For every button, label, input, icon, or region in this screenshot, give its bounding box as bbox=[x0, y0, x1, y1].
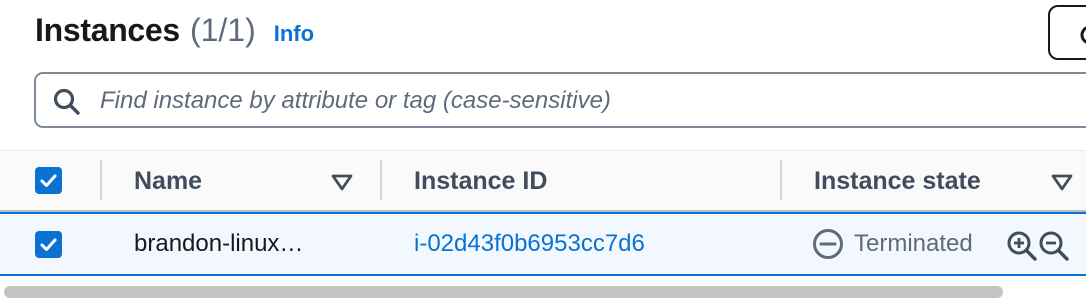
horizontal-scrollbar[interactable] bbox=[0, 282, 1086, 300]
table-header: Name Instance ID Instance state bbox=[0, 150, 1086, 212]
search-box[interactable] bbox=[34, 72, 1086, 128]
search-input[interactable] bbox=[100, 82, 1080, 120]
select-all-checkbox[interactable] bbox=[35, 167, 62, 194]
checkmark-icon bbox=[40, 174, 57, 187]
instance-id-link[interactable]: i-02d43f0b6953cc7d6 bbox=[414, 230, 645, 258]
page-title: Instances bbox=[35, 12, 180, 48]
instance-state-label: Terminated bbox=[854, 230, 973, 257]
title-row: Instances (1/1) Info bbox=[35, 12, 314, 54]
minus-circle-icon bbox=[813, 229, 843, 259]
column-header-instance-id[interactable]: Instance ID bbox=[414, 167, 547, 196]
column-divider bbox=[100, 160, 102, 200]
info-link[interactable]: Info bbox=[274, 21, 314, 47]
row-select-checkbox[interactable] bbox=[35, 231, 62, 258]
refresh-icon bbox=[1080, 26, 1086, 44]
instance-count: (1/1) bbox=[189, 12, 256, 48]
instance-state: Terminated bbox=[812, 228, 973, 260]
sort-caret-down-icon[interactable] bbox=[1050, 173, 1074, 193]
instance-name: brandon-linux… bbox=[134, 230, 304, 257]
refresh-button[interactable] bbox=[1048, 5, 1086, 60]
zoom-out-icon[interactable] bbox=[1038, 230, 1070, 262]
zoom-in-icon[interactable] bbox=[1006, 230, 1038, 262]
scrollbar-thumb[interactable] bbox=[4, 286, 1003, 298]
search-icon bbox=[53, 88, 80, 115]
table-row[interactable]: brandon-linux… i-02d43f0b6953cc7d6 Termi… bbox=[0, 212, 1086, 276]
checkmark-icon bbox=[40, 238, 57, 251]
column-header-instance-state[interactable]: Instance state bbox=[814, 167, 981, 196]
column-header-name[interactable]: Name bbox=[134, 167, 202, 196]
sort-caret-down-icon[interactable] bbox=[330, 173, 354, 193]
column-divider[interactable] bbox=[380, 160, 382, 200]
column-divider[interactable] bbox=[780, 160, 782, 200]
page-header: Instances (1/1) Info bbox=[0, 0, 1086, 150]
